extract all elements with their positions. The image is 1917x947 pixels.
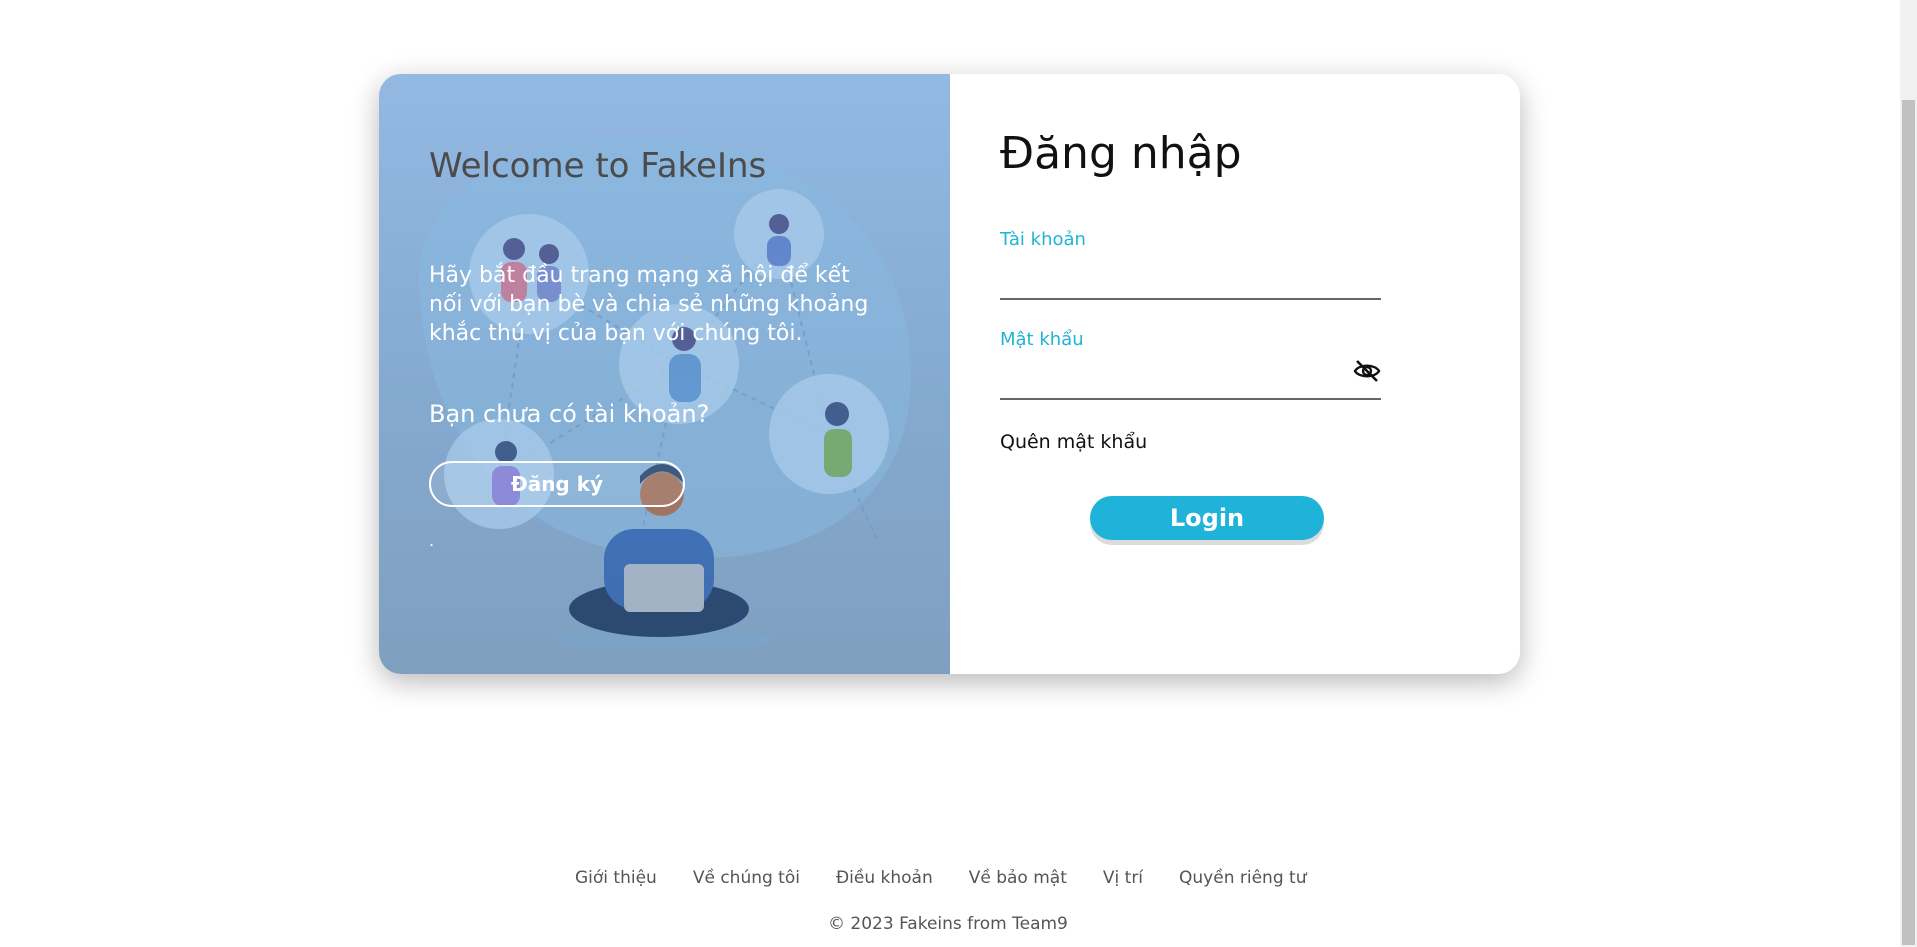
password-label: Mật khẩu — [1000, 329, 1084, 350]
login-button[interactable]: Login — [1090, 496, 1324, 540]
login-panel: Đăng nhập Tài khoản Mật khẩu Quên mật kh… — [950, 74, 1520, 674]
page: Welcome to FakeIns Hãy bắt đầu trang mạn… — [0, 0, 1917, 947]
eye-off-icon[interactable] — [1352, 359, 1382, 383]
footer-nav: Giới thiệu Về chúng tôi Điều khoản Về bả… — [575, 868, 1306, 888]
footer-link-about[interactable]: Giới thiệu — [575, 868, 657, 888]
copyright: © 2023 Fakeins from Team9 — [828, 914, 1068, 934]
login-card: Welcome to FakeIns Hãy bắt đầu trang mạn… — [379, 74, 1520, 674]
hero-panel: Welcome to FakeIns Hãy bắt đầu trang mạn… — [379, 74, 950, 674]
register-button[interactable]: Đăng ký — [429, 461, 685, 507]
hero-dot: . — [429, 531, 435, 550]
username-label: Tài khoản — [1000, 229, 1086, 250]
login-title: Đăng nhập — [1000, 128, 1242, 179]
footer-link-about-us[interactable]: Về chúng tôi — [693, 868, 800, 888]
forgot-password-link[interactable]: Quên mật khẩu — [1000, 431, 1147, 453]
password-input[interactable] — [1000, 364, 1381, 400]
scrollbar-thumb[interactable] — [1902, 100, 1915, 945]
hero-title: Welcome to FakeIns — [429, 146, 767, 186]
username-input[interactable] — [1000, 264, 1381, 300]
footer-link-security[interactable]: Về bảo mật — [969, 868, 1067, 888]
scrollbar[interactable] — [1900, 0, 1917, 947]
signup-prompt: Bạn chưa có tài khoản? — [429, 400, 710, 428]
hero-description: Hãy bắt đầu trang mạng xã hội để kết nối… — [429, 263, 869, 346]
footer-link-location[interactable]: Vị trí — [1103, 868, 1143, 888]
footer-link-terms[interactable]: Điều khoản — [836, 868, 933, 888]
footer-link-privacy[interactable]: Quyền riêng tư — [1179, 868, 1306, 888]
